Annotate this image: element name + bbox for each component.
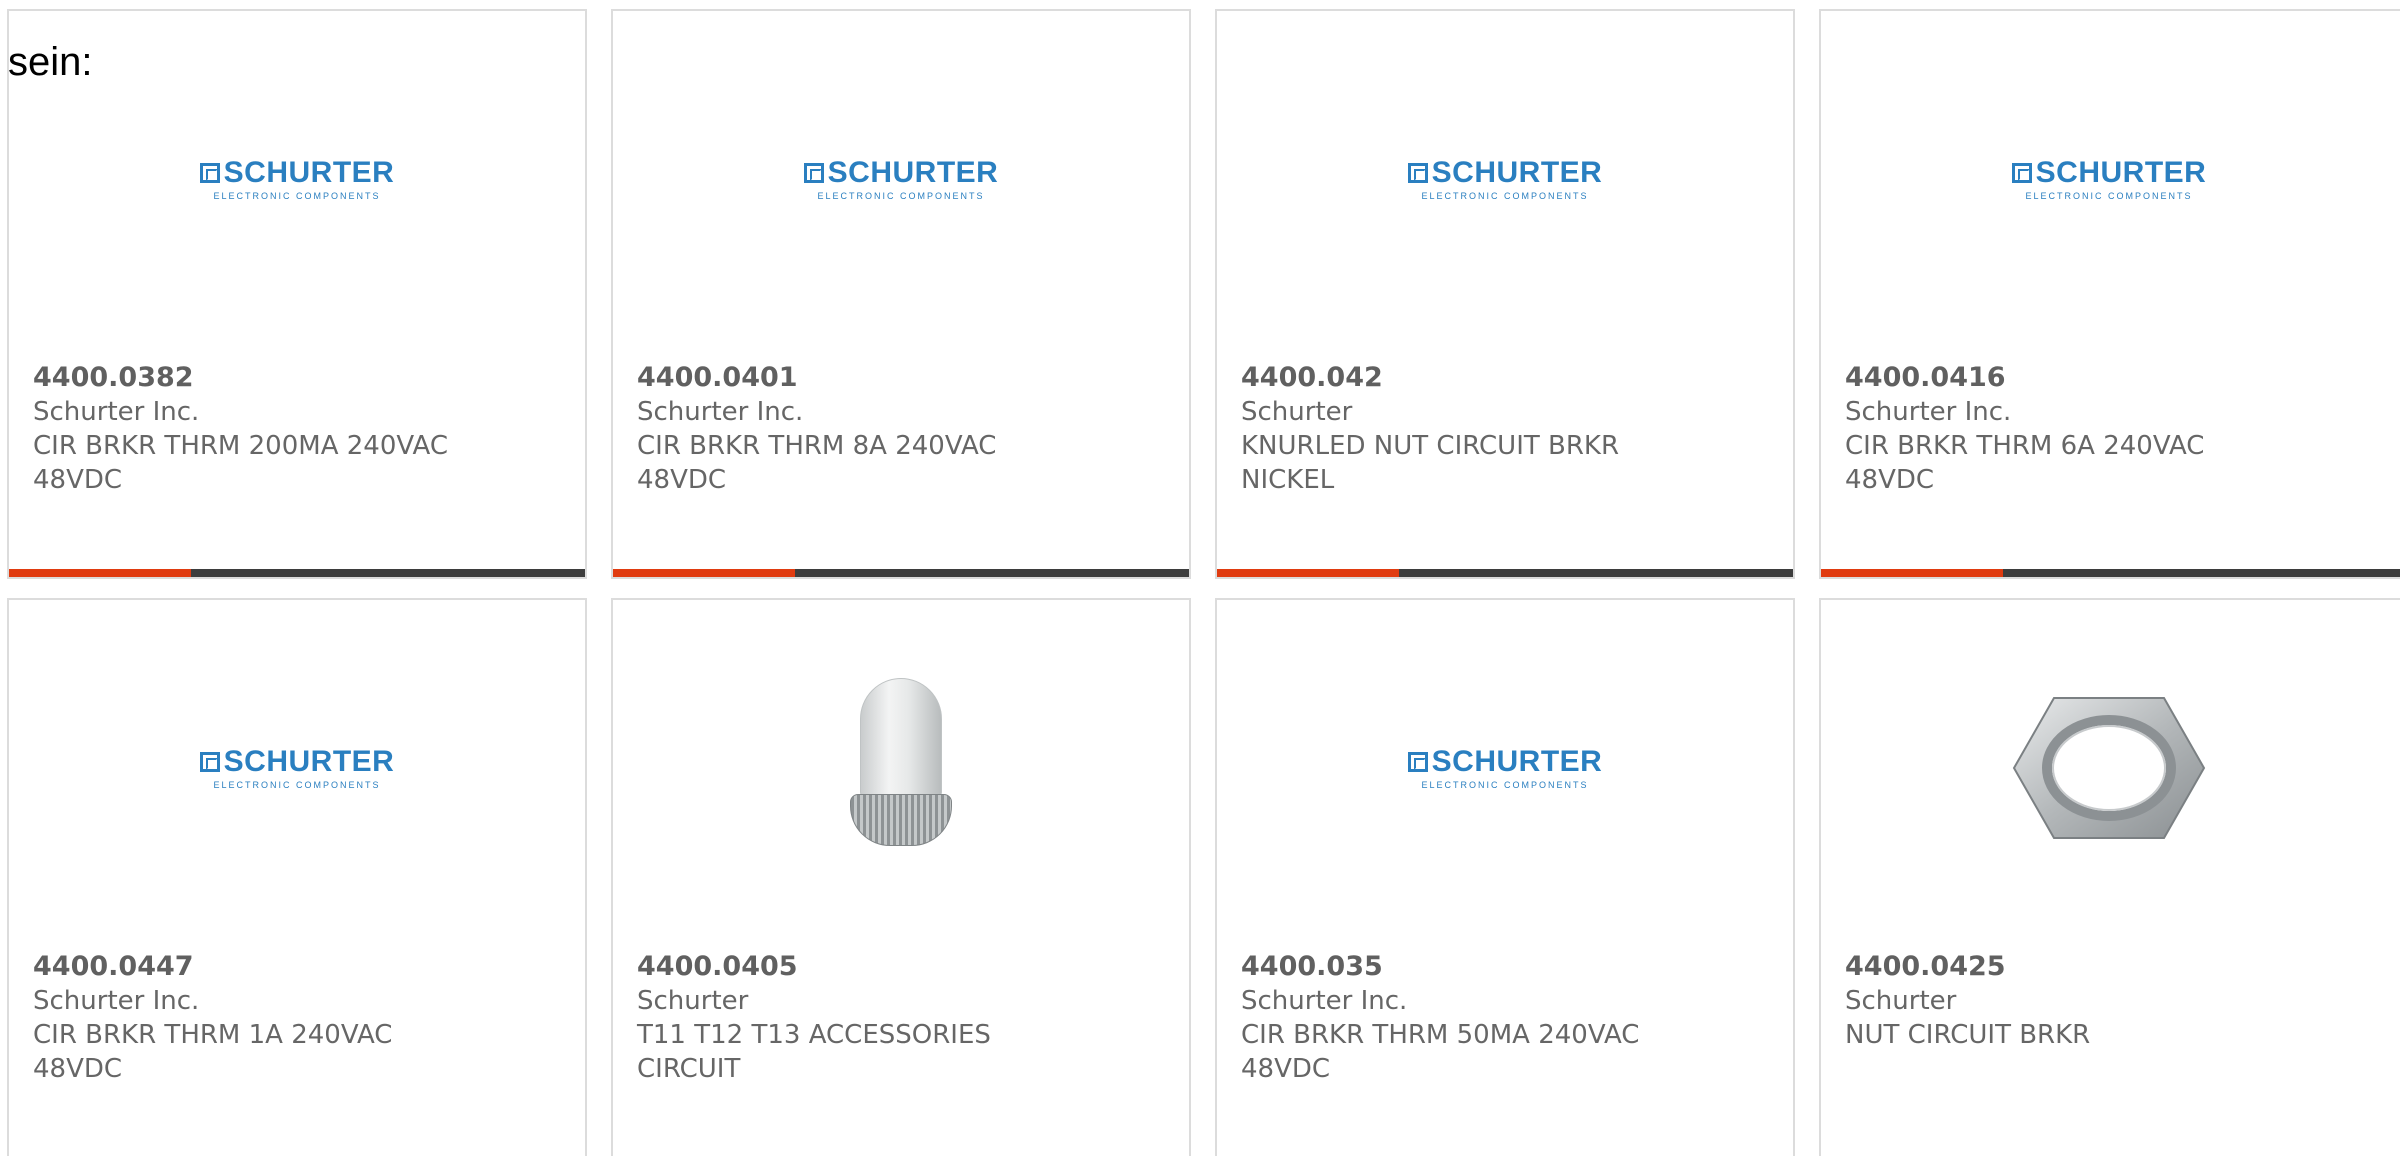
- product-card[interactable]: 4400.0425 Schurter NUT CIRCUIT BRKR: [1819, 598, 2400, 1156]
- product-thumbnail[interactable]: SCHURTER ELECTRONIC COMPONENTS: [195, 666, 399, 870]
- product-card[interactable]: SCHURTER ELECTRONIC COMPONENTS 4400.035 …: [1215, 598, 1795, 1156]
- schurter-logo-icon: SCHURTER ELECTRONIC COMPONENTS: [1403, 157, 1607, 201]
- product-description: KNURLED NUT CIRCUIT BRKR NICKEL: [1241, 431, 1620, 495]
- product-thumbnail[interactable]: [2007, 666, 2211, 870]
- schurter-logo-icon: SCHURTER ELECTRONIC COMPONENTS: [2007, 157, 2211, 201]
- part-number-link[interactable]: 4400.0401: [637, 361, 1077, 395]
- part-number-link[interactable]: 4400.0416: [1845, 361, 2285, 395]
- product-card[interactable]: SCHURTER ELECTRONIC COMPONENTS 4400.0416…: [1819, 9, 2400, 579]
- manufacturer: Schurter Inc.: [1845, 397, 2012, 427]
- manufacturer: Schurter: [637, 986, 749, 1016]
- manufacturer: Schurter: [1241, 397, 1353, 427]
- product-thumbnail[interactable]: SCHURTER ELECTRONIC COMPONENTS: [2007, 77, 2211, 281]
- part-number-link[interactable]: 4400.0447: [33, 950, 473, 984]
- card-accent-bar: [613, 569, 1189, 577]
- intro-text: sein:: [8, 40, 93, 84]
- product-card[interactable]: 4400.0405 Schurter T11 T12 T13 ACCESSORI…: [611, 598, 1191, 1156]
- part-number-link[interactable]: 4400.042: [1241, 361, 1681, 395]
- schurter-logo-icon: SCHURTER ELECTRONIC COMPONENTS: [799, 157, 1003, 201]
- product-description: CIR BRKR THRM 200MA 240VAC 48VDC: [33, 431, 448, 495]
- product-description: T11 T12 T13 ACCESSORIES CIRCUIT: [637, 1020, 991, 1084]
- product-card[interactable]: SCHURTER ELECTRONIC COMPONENTS 4400.042 …: [1215, 9, 1795, 579]
- glass-cover-icon: [836, 670, 966, 866]
- product-description: CIR BRKR THRM 1A 240VAC 48VDC: [33, 1020, 393, 1084]
- schurter-logo-icon: SCHURTER ELECTRONIC COMPONENTS: [195, 746, 399, 790]
- product-description: CIR BRKR THRM 50MA 240VAC 48VDC: [1241, 1020, 1640, 1084]
- product-card[interactable]: SCHURTER ELECTRONIC COMPONENTS 4400.0447…: [7, 598, 587, 1156]
- schurter-logo-icon: SCHURTER ELECTRONIC COMPONENTS: [195, 157, 399, 201]
- product-thumbnail[interactable]: SCHURTER ELECTRONIC COMPONENTS: [799, 77, 1003, 281]
- product-description: CIR BRKR THRM 8A 240VAC 48VDC: [637, 431, 997, 495]
- card-accent-bar: [1821, 569, 2400, 577]
- product-card[interactable]: SCHURTER ELECTRONIC COMPONENTS 4400.0382…: [7, 9, 587, 579]
- part-number-link[interactable]: 4400.0405: [637, 950, 1077, 984]
- hex-nut-icon: [2009, 668, 2209, 868]
- card-accent-bar: [1217, 569, 1793, 577]
- manufacturer: Schurter Inc.: [637, 397, 804, 427]
- manufacturer: Schurter Inc.: [33, 986, 200, 1016]
- product-grid-page: sein: SCHURTER ELECTRONIC COMPONENTS 440…: [0, 0, 2400, 1156]
- product-description: NUT CIRCUIT BRKR: [1845, 1020, 2091, 1050]
- manufacturer: Schurter: [1845, 986, 1957, 1016]
- part-number-link[interactable]: 4400.035: [1241, 950, 1681, 984]
- schurter-logo-icon: SCHURTER ELECTRONIC COMPONENTS: [1403, 746, 1607, 790]
- manufacturer: Schurter Inc.: [33, 397, 200, 427]
- card-accent-bar: [9, 569, 585, 577]
- product-thumbnail[interactable]: [799, 666, 1003, 870]
- product-thumbnail[interactable]: SCHURTER ELECTRONIC COMPONENTS: [1403, 666, 1607, 870]
- product-card[interactable]: SCHURTER ELECTRONIC COMPONENTS 4400.0401…: [611, 9, 1191, 579]
- part-number-link[interactable]: 4400.0425: [1845, 950, 2285, 984]
- product-thumbnail[interactable]: SCHURTER ELECTRONIC COMPONENTS: [195, 77, 399, 281]
- manufacturer: Schurter Inc.: [1241, 986, 1408, 1016]
- product-thumbnail[interactable]: SCHURTER ELECTRONIC COMPONENTS: [1403, 77, 1607, 281]
- product-description: CIR BRKR THRM 6A 240VAC 48VDC: [1845, 431, 2205, 495]
- part-number-link[interactable]: 4400.0382: [33, 361, 473, 395]
